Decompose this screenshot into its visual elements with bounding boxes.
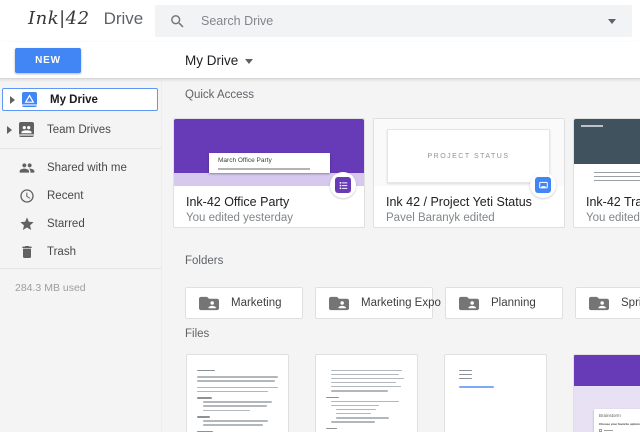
logo-product-text: Drive bbox=[104, 9, 144, 29]
quick-access-card-project-yeti[interactable]: PROJECT STATUS Ink 42 / Project Yeti Sta… bbox=[373, 118, 565, 228]
section-quick-access-label: Quick Access bbox=[185, 89, 254, 101]
file-card-form[interactable]: Brainstorm Choose your favorite options bbox=[573, 354, 640, 432]
folder-tile-planning[interactable]: Planning bbox=[445, 287, 563, 319]
file-title: Ink-42 Office Party bbox=[186, 195, 352, 209]
document-thumbnail bbox=[316, 355, 417, 432]
sidebar-item-label: Shared with me bbox=[47, 162, 127, 174]
section-files-label: Files bbox=[185, 328, 209, 340]
form-thumbnail-body: Brainstorm Choose your favorite options bbox=[574, 386, 640, 432]
slide-preview-page: PROJECT STATUS bbox=[387, 129, 550, 183]
file-title: Ink-42 Training bbox=[586, 195, 640, 209]
sidebar-item-trash[interactable]: Trash bbox=[0, 240, 158, 263]
shared-folder-icon bbox=[589, 295, 609, 312]
form-title: Brainstorm bbox=[599, 413, 640, 418]
file-thumbnail bbox=[574, 119, 640, 186]
form-preview-card: March Office Party bbox=[209, 153, 330, 173]
sidebar-divider bbox=[0, 148, 161, 149]
quick-access-card-office-party[interactable]: March Office Party Ink-42 Office Party Y… bbox=[173, 118, 365, 228]
folder-name: Marketing bbox=[231, 297, 282, 309]
file-activity: Pavel Baranyk edited bbox=[386, 212, 552, 224]
app-logo[interactable]: Ink|42 Drive bbox=[28, 8, 143, 29]
sidebar-item-team-drives[interactable]: Team Drives bbox=[0, 118, 158, 141]
deck-cover bbox=[574, 119, 640, 164]
people-icon bbox=[19, 160, 35, 176]
slide-preview-title: PROJECT STATUS bbox=[427, 153, 509, 160]
folder-name: Planning bbox=[491, 297, 536, 309]
expand-arrow-icon[interactable] bbox=[10, 96, 19, 104]
folder-tile-marketing[interactable]: Marketing bbox=[185, 287, 303, 319]
sidebar-item-label: Trash bbox=[47, 246, 76, 258]
folder-tile-marketing-expo[interactable]: Marketing Expo bbox=[315, 287, 433, 319]
star-icon bbox=[19, 216, 35, 232]
search-input[interactable]: Search Drive bbox=[201, 14, 273, 28]
section-folders-label: Folders bbox=[185, 255, 223, 267]
file-card-document[interactable] bbox=[186, 354, 289, 432]
trash-icon bbox=[19, 244, 35, 260]
document-thumbnail bbox=[187, 355, 288, 432]
sidebar-item-shared-with-me[interactable]: Shared with me bbox=[0, 156, 158, 179]
body: My Drive Team Drives Shared with me bbox=[0, 79, 640, 432]
forms-badge bbox=[330, 172, 356, 198]
location-dropdown[interactable]: My Drive bbox=[185, 42, 253, 78]
sidebar-item-recent[interactable]: Recent bbox=[0, 184, 158, 207]
sidebar-item-label: My Drive bbox=[50, 94, 98, 106]
file-title: Ink 42 / Project Yeti Status bbox=[386, 195, 552, 209]
quick-access-card-training[interactable]: Ink-42 Training You edited at s bbox=[573, 118, 640, 228]
my-drive-icon bbox=[22, 92, 37, 107]
sidebar-item-my-drive[interactable]: My Drive bbox=[2, 88, 158, 111]
sidebar-item-label: Recent bbox=[47, 190, 83, 202]
location-label: My Drive bbox=[185, 53, 238, 68]
search-icon[interactable] bbox=[169, 13, 186, 30]
file-activity: You edited at s bbox=[586, 212, 640, 224]
slides-badge bbox=[530, 172, 556, 198]
sidebar-item-label: Team Drives bbox=[47, 124, 111, 136]
search-bar[interactable]: Search Drive bbox=[155, 5, 632, 37]
text-line-placeholder bbox=[581, 125, 603, 127]
logo-ink42-text: Ink|42 bbox=[28, 8, 90, 29]
file-card-document[interactable] bbox=[315, 354, 418, 432]
main-content: Quick Access March Office Party bbox=[162, 79, 640, 432]
shared-folder-icon bbox=[459, 295, 479, 312]
shared-folder-icon bbox=[199, 295, 219, 312]
folder-name: Spring ' bbox=[621, 297, 640, 309]
storage-used-label: 284.3 MB used bbox=[0, 282, 161, 294]
form-preview-title: March Office Party bbox=[218, 157, 330, 164]
text-line-placeholder bbox=[218, 168, 310, 170]
expand-arrow-icon[interactable] bbox=[7, 126, 16, 134]
sidebar: My Drive Team Drives Shared with me bbox=[0, 79, 162, 432]
top-header: Ink|42 Drive Search Drive bbox=[0, 0, 640, 42]
checkbox-option bbox=[599, 429, 640, 432]
file-activity: You edited yesterday bbox=[186, 212, 352, 224]
shared-folder-icon bbox=[329, 295, 349, 312]
document-thumbnail bbox=[445, 355, 546, 388]
folders-row: Marketing Marketing Expo Planning bbox=[185, 287, 640, 319]
chevron-down-icon bbox=[245, 59, 253, 64]
team-drives-icon bbox=[19, 122, 34, 137]
sidebar-item-starred[interactable]: Starred bbox=[0, 212, 158, 235]
sidebar-divider bbox=[0, 268, 161, 269]
folder-name: Marketing Expo bbox=[361, 297, 441, 309]
quick-access-row: March Office Party Ink-42 Office Party Y… bbox=[173, 118, 640, 228]
form-preview-card: Brainstorm Choose your favorite options bbox=[594, 409, 640, 432]
folder-tile-spring[interactable]: Spring ' bbox=[575, 287, 640, 319]
search-options-caret-icon[interactable] bbox=[608, 19, 616, 24]
files-row: Brainstorm Choose your favorite options bbox=[186, 354, 640, 432]
form-thumbnail-header bbox=[574, 355, 640, 386]
new-button[interactable]: NEW bbox=[15, 48, 81, 73]
deck-text-lines bbox=[594, 169, 640, 181]
toolbar: NEW My Drive bbox=[0, 42, 640, 79]
file-card-document[interactable] bbox=[444, 354, 547, 432]
form-prompt: Choose your favorite options bbox=[599, 422, 640, 426]
sidebar-item-label: Starred bbox=[47, 218, 85, 230]
clock-icon bbox=[19, 188, 35, 204]
